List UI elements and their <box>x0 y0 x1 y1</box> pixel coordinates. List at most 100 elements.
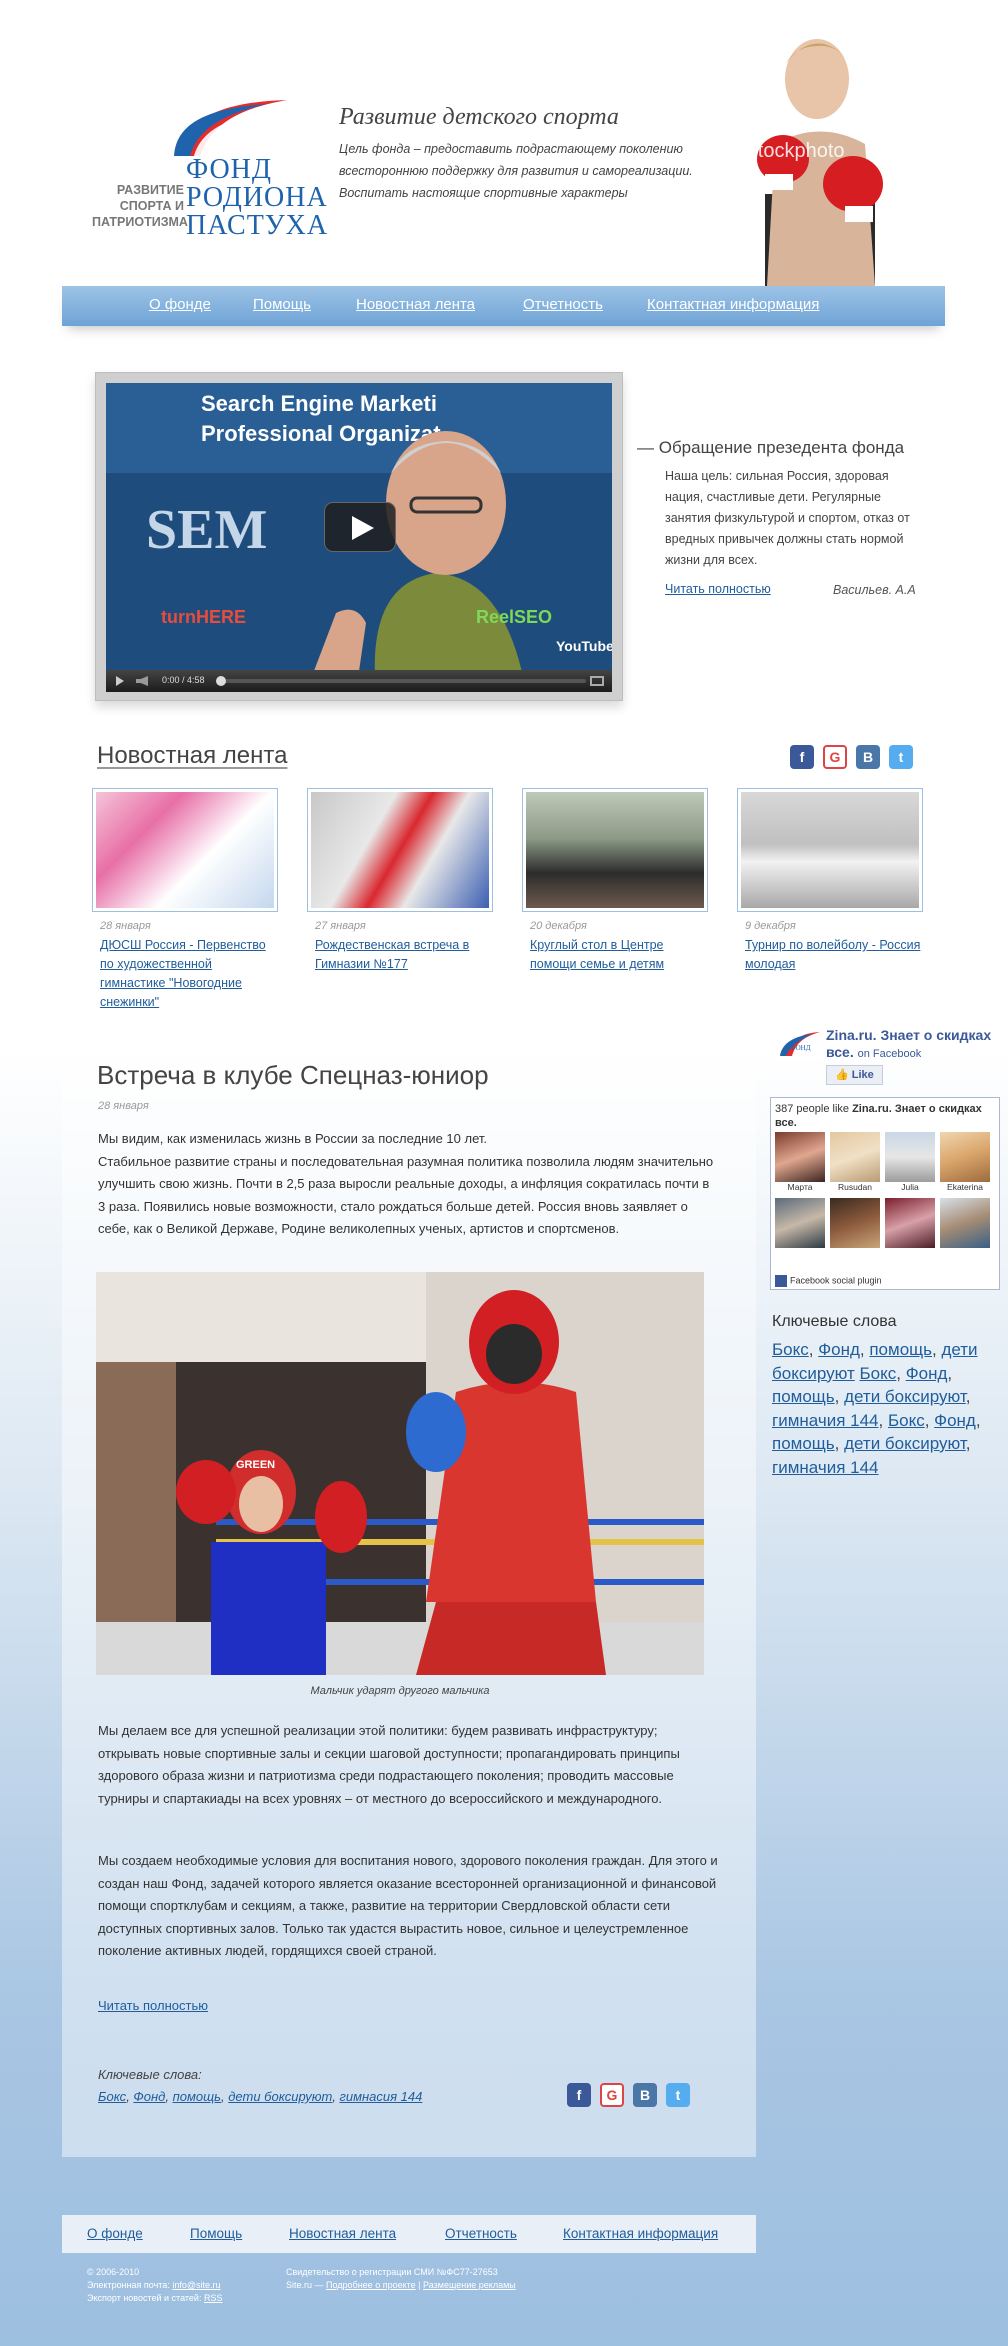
google-icon[interactable]: G <box>600 2083 624 2107</box>
footer-email-label: Электронная почта: <box>87 2280 173 2290</box>
video-progress-track[interactable] <box>216 679 586 683</box>
keyword-link[interactable]: гимнасия 144 <box>339 2089 422 2104</box>
sidebar-keyword-link[interactable]: Фонд <box>818 1340 860 1359</box>
footer-nav-contacts[interactable]: Контактная информация <box>563 2226 718 2241</box>
news-item: 20 декабря Круглый стол в Центре помощи … <box>522 788 712 974</box>
logo-line: ПАСТУХА <box>186 210 329 241</box>
nav-item-help[interactable]: Помощь <box>253 296 311 313</box>
footer-ads-link[interactable]: Размещение рекламы <box>423 2280 516 2290</box>
news-item: 27 января Рождественская встреча в Гимна… <box>307 788 497 974</box>
headgear-text: GREEN <box>236 1459 275 1471</box>
footer-rss-link[interactable]: RSS <box>204 2293 223 2303</box>
fb-face-name <box>885 1248 935 1260</box>
news-thumbnail[interactable] <box>92 788 278 912</box>
keyword-link[interactable]: помощь <box>173 2089 221 2104</box>
site-logo[interactable]: ФОНД РОДИОНА ПАСТУХА РАЗВИТИЕ СПОРТА И П… <box>92 98 327 240</box>
twitter-icon[interactable]: t <box>889 745 913 769</box>
fb-face[interactable] <box>830 1198 880 1260</box>
sidebar-keyword-link[interactable]: дети боксируют <box>844 1387 966 1406</box>
fb-face[interactable] <box>885 1198 935 1260</box>
vkontakte-icon[interactable]: B <box>856 745 880 769</box>
appeal-read-more-link[interactable]: Читать полностью <box>665 582 771 596</box>
video-frame: Search Engine Marketi Professional Organ… <box>95 372 623 701</box>
article-photo: GREEN <box>96 1272 704 1675</box>
video-controls: 0:00 / 4:58 <box>106 670 612 692</box>
fb-face[interactable] <box>775 1198 825 1260</box>
fb-face[interactable] <box>940 1198 990 1260</box>
logo-wordmark: ФОНД РОДИОНА ПАСТУХА <box>186 156 328 240</box>
zina-logo-icon[interactable]: ФОНД <box>772 1030 822 1060</box>
google-icon[interactable]: G <box>823 745 847 769</box>
news-date: 28 января <box>100 920 151 932</box>
news-link[interactable]: Турнир по волейболу - Россия молодая <box>745 936 925 974</box>
site-title: Развитие детского спорта <box>339 104 619 130</box>
fb-social-plugin[interactable]: Facebook social plugin <box>775 1275 882 1287</box>
footer-nav-about[interactable]: О фонде <box>87 2226 143 2241</box>
news-link[interactable]: Круглый стол в Центре помощи семье и дет… <box>530 936 710 974</box>
sidebar-keyword-link[interactable]: Бокс <box>888 1411 925 1430</box>
article-read-more-link[interactable]: Читать полностью <box>98 1998 208 2013</box>
video-player[interactable]: Search Engine Marketi Professional Organ… <box>106 383 612 692</box>
nav-item-news[interactable]: Новостная лента <box>356 296 475 313</box>
fullscreen-icon[interactable] <box>590 676 604 686</box>
facebook-small-icon <box>775 1275 787 1287</box>
footer-registration: Свидетельство о регистрации СМИ №ФС77-27… <box>286 2267 498 2277</box>
news-link[interactable]: ДЮСШ Россия - Первенство по художественн… <box>100 936 280 1012</box>
keyword-link[interactable]: Бокс <box>98 2089 126 2104</box>
facebook-like-box: ФОНД Zina.ru. Знает о скидках все. on Fa… <box>770 1025 1000 1290</box>
photo-caption: Мальчик ударят другого мальчика <box>310 1685 490 1697</box>
footer-nav-news[interactable]: Новостная лента <box>289 2226 396 2241</box>
news-link[interactable]: Рождественская встреча в Гимназии №177 <box>315 936 495 974</box>
footer-info: © 2006-2010 Электронная почта: info@site… <box>87 2266 222 2305</box>
sidebar-keyword-link[interactable]: Фонд <box>906 1364 948 1383</box>
logo-swoosh-icon <box>174 100 290 156</box>
sidebar-keyword-link[interactable]: дети боксируют <box>844 1434 966 1453</box>
fb-face[interactable]: Марта <box>775 1132 825 1194</box>
news-item: 9 декабря Турнир по волейболу - Россия м… <box>737 788 927 974</box>
news-thumbnail[interactable] <box>522 788 708 912</box>
facebook-icon[interactable]: f <box>567 2083 591 2107</box>
news-section-title[interactable]: Новостная лента <box>97 742 287 770</box>
footer-copyright: © 2006-2010 <box>87 2267 140 2277</box>
twitter-icon[interactable]: t <box>666 2083 690 2107</box>
volume-icon[interactable] <box>136 676 148 686</box>
news-thumbnail[interactable] <box>307 788 493 912</box>
site-description: Цель фонда – предоставить подрастающему … <box>339 142 693 200</box>
nav-item-contacts[interactable]: Контактная информация <box>647 296 819 313</box>
vkontakte-icon[interactable]: B <box>633 2083 657 2107</box>
fb-like-button[interactable]: 👍 Like <box>826 1065 883 1085</box>
sidebar-keyword-link[interactable]: Бокс <box>772 1340 809 1359</box>
keyword-link[interactable]: Фонд <box>133 2089 165 2104</box>
news-date: 20 декабря <box>530 920 587 932</box>
sidebar-keyword-link[interactable]: гимначия 144 <box>772 1458 879 1477</box>
nav-item-reports[interactable]: Отчетность <box>523 296 603 313</box>
appeal-author: Васильев. А.А <box>833 583 916 597</box>
video-progress-knob[interactable] <box>216 676 226 686</box>
article-share-icons: f G B t <box>567 2083 690 2107</box>
sidebar-keyword-link[interactable]: гимначия 144 <box>772 1411 879 1430</box>
play-small-icon[interactable] <box>116 676 124 686</box>
play-icon[interactable] <box>324 502 396 552</box>
sidebar-keyword-link[interactable]: помощь <box>772 1387 835 1406</box>
keywords-list: Бокс, Фонд, помощь, дети боксируют, гимн… <box>98 2089 423 2104</box>
footer-nav-reports[interactable]: Отчетность <box>445 2226 517 2241</box>
fb-face[interactable]: Julia <box>885 1132 935 1194</box>
footer-nav-help[interactable]: Помощь <box>190 2226 242 2241</box>
fb-face-name: Марта <box>787 1182 813 1192</box>
sidebar-keyword-link[interactable]: помощь <box>772 1434 835 1453</box>
footer-email-link[interactable]: info@site.ru <box>172 2280 220 2290</box>
news-date: 9 декабря <box>745 920 796 932</box>
facebook-icon[interactable]: f <box>790 745 814 769</box>
motto-line: ПАТРИОТИЗМА <box>92 215 188 229</box>
nav-item-about[interactable]: О фонде <box>149 296 211 313</box>
fb-face-name <box>775 1248 825 1260</box>
footer-about-link[interactable]: Подробнее о проекте <box>326 2280 416 2290</box>
fb-fans-box: 387 people like Zina.ru. Знает о скидках… <box>770 1097 1000 1290</box>
fb-face[interactable]: Ekaterina <box>940 1132 990 1194</box>
sidebar-keyword-link[interactable]: помощь <box>869 1340 932 1359</box>
keyword-link[interactable]: дети боксируют <box>228 2089 332 2104</box>
sidebar-keyword-link[interactable]: Фонд <box>934 1411 976 1430</box>
sidebar-keyword-link[interactable]: Бокс <box>859 1364 896 1383</box>
news-thumbnail[interactable] <box>737 788 923 912</box>
fb-face[interactable]: Rusudan <box>830 1132 880 1194</box>
